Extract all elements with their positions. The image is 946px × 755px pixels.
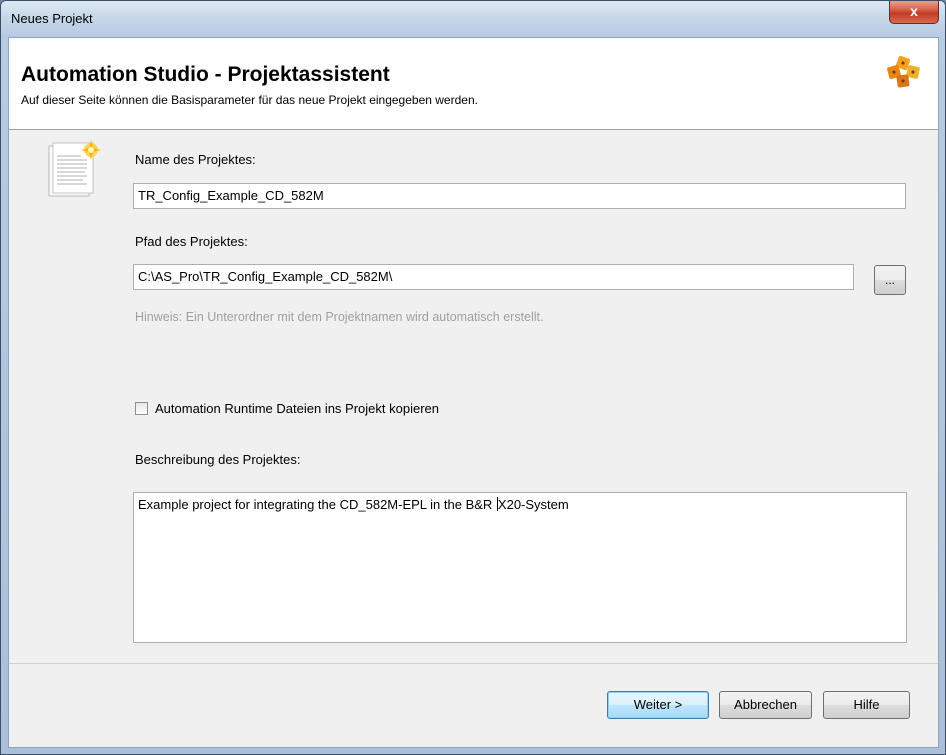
project-name-label: Name des Projektes: xyxy=(135,152,256,167)
page-subtitle: Auf dieser Seite können die Basisparamet… xyxy=(21,93,478,107)
project-path-input[interactable]: C:\AS_Pro\TR_Config_Example_CD_582M\ xyxy=(133,264,854,290)
automation-studio-logo-icon xyxy=(887,56,920,88)
window-title: Neues Projekt xyxy=(11,11,93,26)
description-label: Beschreibung des Projektes: xyxy=(135,452,301,467)
project-path-label: Pfad des Projektes: xyxy=(135,234,248,249)
help-button[interactable]: Hilfe xyxy=(823,691,910,719)
close-button[interactable]: x xyxy=(889,1,939,24)
new-document-icon xyxy=(48,140,101,197)
wizard-header: Automation Studio - Projektassistent Auf… xyxy=(9,38,938,130)
close-icon: x xyxy=(910,3,918,19)
cancel-button[interactable]: Abbrechen xyxy=(719,691,812,719)
project-name-input[interactable]: TR_Config_Example_CD_582M xyxy=(133,183,906,209)
next-button[interactable]: Weiter > xyxy=(607,691,709,719)
description-textarea[interactable]: Example project for integrating the CD_5… xyxy=(133,492,907,643)
dialog-window: Neues Projekt x Automation Studio - Proj… xyxy=(0,0,946,755)
description-text-start: Example project for integrating the CD_5… xyxy=(138,497,496,512)
copy-runtime-label[interactable]: Automation Runtime Dateien ins Projekt k… xyxy=(155,401,439,416)
dialog-body: Automation Studio - Projektassistent Auf… xyxy=(8,37,939,748)
wizard-content: Name des Projektes: TR_Config_Example_CD… xyxy=(9,130,938,663)
title-bar[interactable]: Neues Projekt x xyxy=(1,1,945,37)
browse-button[interactable]: ... xyxy=(874,265,906,295)
page-title: Automation Studio - Projektassistent xyxy=(21,63,390,86)
copy-runtime-checkbox[interactable] xyxy=(135,402,148,415)
description-text-end: X20-System xyxy=(497,497,569,512)
folder-hint: Hinweis: Ein Unterordner mit dem Projekt… xyxy=(135,310,544,324)
wizard-footer: Weiter > Abbrechen Hilfe xyxy=(9,663,938,747)
